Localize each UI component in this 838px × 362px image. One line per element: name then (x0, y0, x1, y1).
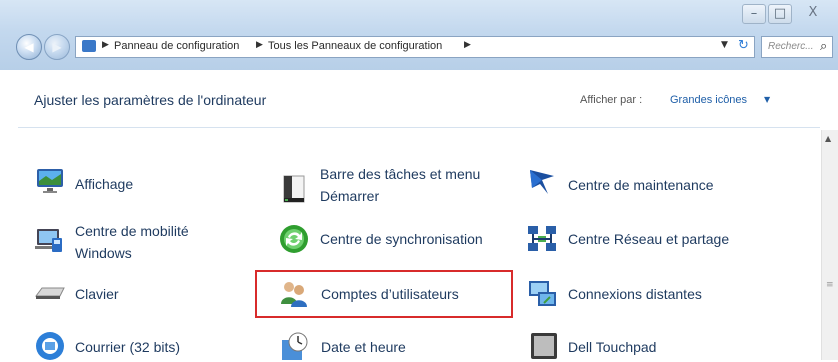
search-input[interactable]: Recherc... (768, 41, 814, 52)
mail-icon (36, 332, 64, 360)
item-label: Centre de mobilité (75, 223, 189, 239)
search-box[interactable]: Recherc... ⌕ (761, 36, 833, 58)
address-dropdown-icon[interactable]: ▼ (721, 40, 728, 50)
highlight-box (255, 270, 513, 318)
control-panel-icon (82, 40, 96, 52)
chevron-down-icon[interactable]: ▼ (764, 95, 770, 104)
search-icon[interactable]: ⌕ (820, 39, 827, 54)
item-label: Démarrer (320, 188, 380, 204)
page-title: Ajuster les paramètres de l'ordinateur (34, 92, 267, 108)
minimize-button[interactable]: – (742, 4, 766, 24)
item-label: Clavier (75, 286, 119, 302)
item-label: Affichage (75, 176, 134, 192)
breadcrumb-separator-icon: ▶ (102, 40, 109, 50)
flag-icon (530, 170, 554, 194)
vertical-scrollbar[interactable]: ▲ ≡ (821, 130, 838, 360)
breadcrumb-separator-icon: ▶ (464, 40, 471, 50)
clock-icon (282, 332, 308, 360)
view-by-label: Afficher par : (580, 94, 643, 106)
item-label: Barre des tâches et menu (320, 166, 481, 182)
item-label: Date et heure (321, 339, 406, 355)
item-label: Courrier (32 bits) (75, 339, 181, 355)
scroll-grip-icon[interactable]: ≡ (826, 280, 834, 290)
address-bar[interactable]: ▶ Panneau de configuration ▶ Tous les Pa… (75, 36, 755, 58)
item-label: Centre de maintenance (568, 177, 714, 193)
breadcrumb-separator-icon: ▶ (256, 40, 263, 50)
display-icon (37, 169, 63, 193)
item-label: Connexions distantes (568, 286, 702, 302)
header-divider (18, 127, 820, 128)
close-button[interactable]: X (795, 4, 831, 24)
touchpad-icon (531, 333, 557, 359)
item-label: Dell Touchpad (568, 339, 657, 355)
view-by-dropdown[interactable]: Grandes icônes (670, 94, 747, 106)
network-icon (528, 226, 556, 251)
window-chrome: – □ X ◀ ▶ ▶ Panneau de configuration ▶ T… (0, 0, 838, 70)
breadcrumb-all-panels[interactable]: Tous les Panneaux de configuration (268, 40, 442, 52)
item-label: Centre de synchronisation (320, 231, 483, 247)
back-button[interactable]: ◀ (16, 34, 42, 60)
breadcrumb-control-panel[interactable]: Panneau de configuration (114, 40, 239, 52)
refresh-icon[interactable]: ↻ (738, 38, 749, 53)
taskbar-icon (283, 175, 305, 203)
scroll-up-icon[interactable]: ▲ (825, 134, 831, 143)
maximize-button[interactable]: □ (768, 4, 792, 24)
mobility-icon (35, 229, 62, 252)
forward-button[interactable]: ▶ (44, 34, 70, 60)
item-label: Centre Réseau et partage (568, 231, 730, 247)
item-label: Windows (75, 245, 132, 261)
keyboard-icon (35, 287, 65, 299)
sync-icon (280, 225, 308, 253)
remote-connection-icon (529, 281, 556, 306)
